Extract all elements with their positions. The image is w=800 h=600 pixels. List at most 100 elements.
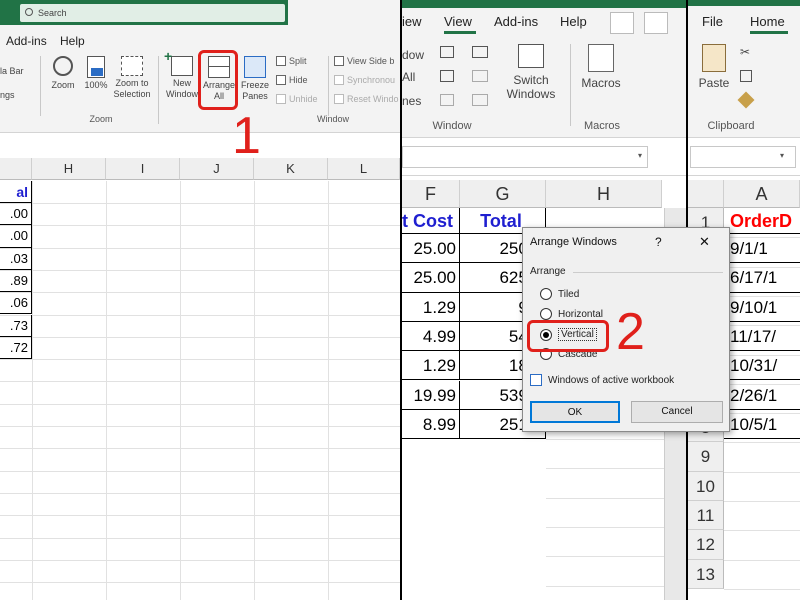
- zoom-to-selection-button[interactable]: Zoom to Selection: [110, 56, 154, 100]
- partial-total-cell[interactable]: .00: [0, 225, 32, 248]
- grid-line: [546, 585, 664, 587]
- row-header[interactable]: 12: [688, 530, 724, 560]
- tab-add-ins[interactable]: Add-ins: [494, 14, 538, 29]
- order-date-cell[interactable]: 10/5/1: [724, 410, 800, 440]
- switch-windows-button[interactable]: Switch Windows: [502, 44, 560, 101]
- unit-cost-cell[interactable]: 4.99: [402, 321, 460, 352]
- radio-horizontal[interactable]: [540, 308, 552, 320]
- hide-icon[interactable]: [440, 70, 454, 82]
- arrange-all-partial[interactable]: All: [402, 70, 415, 84]
- hide-option[interactable]: Hide: [276, 75, 308, 85]
- zoom-100-icon: [87, 56, 105, 78]
- zoom-selection-icon: [121, 56, 143, 76]
- chevron-down-icon[interactable]: ▾: [638, 151, 642, 160]
- reset-window-position-option[interactable]: Reset Windo: [334, 94, 399, 104]
- window-group-label: Window: [432, 120, 472, 132]
- tab-help[interactable]: Help: [560, 14, 587, 29]
- column-header-g[interactable]: [0, 158, 32, 180]
- chevron-down-icon[interactable]: ▾: [780, 151, 784, 160]
- windows-of-active-workbook-checkbox[interactable]: Windows of active workbook: [530, 374, 674, 386]
- row-header[interactable]: 9: [688, 442, 724, 472]
- partial-total-cell[interactable]: .89: [0, 269, 32, 293]
- column-header-a[interactable]: A: [724, 180, 800, 208]
- radio-tiled[interactable]: [540, 288, 552, 300]
- reset-window-icon[interactable]: [472, 94, 488, 106]
- order-date-cell[interactable]: 2/26/1: [724, 381, 800, 410]
- column-header-k[interactable]: K: [254, 158, 328, 180]
- tab-home[interactable]: Home: [750, 14, 785, 29]
- paste-button[interactable]: Paste: [696, 44, 732, 90]
- tab-review-partial[interactable]: iew: [402, 14, 422, 29]
- name-box-row: ▾: [688, 138, 800, 176]
- zoom-100-button[interactable]: 100%: [82, 56, 110, 91]
- split-icon[interactable]: [440, 46, 454, 58]
- unit-cost-cell[interactable]: 25.00: [402, 234, 460, 264]
- tab-file[interactable]: File: [702, 14, 723, 29]
- order-date-cell[interactable]: 10/31/: [724, 351, 800, 381]
- order-date-cell[interactable]: 6/17/1: [724, 263, 800, 293]
- copy-icon[interactable]: [740, 70, 752, 82]
- option-horizontal[interactable]: Horizontal: [540, 308, 603, 320]
- partial-total-cell[interactable]: .06: [0, 292, 32, 315]
- formula-bar-option[interactable]: la Bar: [0, 66, 24, 76]
- synchronous-scrolling-option[interactable]: Synchronou: [334, 75, 395, 85]
- side-by-side-icon: [334, 56, 344, 66]
- unhide-icon[interactable]: [440, 94, 454, 106]
- unhide-option[interactable]: Unhide: [276, 94, 318, 104]
- column-header-j[interactable]: J: [180, 158, 254, 180]
- reset-window-icon: [334, 94, 344, 104]
- order-date-cell[interactable]: 9/1/1: [724, 234, 800, 264]
- view-side-by-side-option[interactable]: View Side b: [334, 56, 394, 66]
- share-icon[interactable]: [610, 12, 634, 34]
- headings-option[interactable]: ngs: [0, 90, 15, 100]
- option-tiled[interactable]: Tiled: [540, 288, 579, 300]
- partial-total-cell[interactable]: .03: [0, 247, 32, 270]
- side-by-side-icon[interactable]: [472, 46, 488, 58]
- formula-input[interactable]: [402, 146, 648, 168]
- select-all-corner[interactable]: [688, 180, 724, 208]
- row-header[interactable]: 10: [688, 471, 724, 501]
- tab-help[interactable]: Help: [60, 34, 85, 48]
- cut-icon[interactable]: ✂: [740, 46, 752, 58]
- tab-view[interactable]: View: [444, 14, 472, 29]
- partial-total-cell[interactable]: .73: [0, 314, 32, 337]
- macros-button[interactable]: Macros: [576, 44, 626, 90]
- tab-add-ins[interactable]: Add-ins: [6, 34, 47, 48]
- partial-total-header[interactable]: al: [0, 181, 32, 203]
- column-header-h[interactable]: H: [32, 158, 106, 180]
- unit-cost-cell[interactable]: 1.29: [402, 351, 460, 381]
- row-header[interactable]: 13: [688, 559, 724, 589]
- order-date-header[interactable]: OrderD: [724, 208, 800, 234]
- freeze-panes-partial[interactable]: nes: [402, 94, 421, 108]
- new-window-button[interactable]: + New Window: [164, 49, 200, 100]
- row-header[interactable]: 11: [688, 501, 724, 531]
- zoom-button[interactable]: Zoom: [46, 56, 80, 91]
- close-icon[interactable]: ✕: [699, 234, 710, 250]
- freeze-panes-button[interactable]: Freeze Panes: [238, 56, 272, 102]
- column-header-g[interactable]: G: [460, 180, 546, 208]
- new-window-partial[interactable]: dow: [402, 48, 424, 62]
- ok-button[interactable]: OK: [530, 401, 620, 423]
- partial-total-cell[interactable]: .00: [0, 203, 32, 226]
- column-header-l[interactable]: L: [328, 158, 400, 180]
- order-date-cell[interactable]: 11/17/: [724, 322, 800, 352]
- checkbox-box[interactable]: [530, 374, 542, 386]
- partial-total-cell[interactable]: .72: [0, 336, 32, 360]
- unit-cost-cell[interactable]: 19.99: [402, 380, 460, 410]
- sync-scroll-icon[interactable]: [472, 70, 488, 82]
- search-box[interactable]: Search: [20, 4, 285, 22]
- help-icon[interactable]: ?: [655, 235, 662, 249]
- unit-cost-cell[interactable]: 8.99: [402, 409, 460, 440]
- column-header-i[interactable]: I: [106, 158, 180, 180]
- split-option[interactable]: Split: [276, 56, 307, 66]
- unit-cost-header[interactable]: t Cost: [402, 208, 460, 234]
- cancel-button[interactable]: Cancel: [631, 401, 723, 423]
- order-date-cell[interactable]: 9/10/1: [724, 293, 800, 322]
- window-group-label: Window: [316, 114, 349, 124]
- column-header-h[interactable]: H: [546, 180, 662, 208]
- unit-cost-cell[interactable]: 1.29: [402, 292, 460, 322]
- formula-bar[interactable]: ▾: [402, 138, 686, 176]
- comments-icon[interactable]: [644, 12, 668, 34]
- unit-cost-cell[interactable]: 25.00: [402, 263, 460, 293]
- column-header-f[interactable]: F: [402, 180, 460, 208]
